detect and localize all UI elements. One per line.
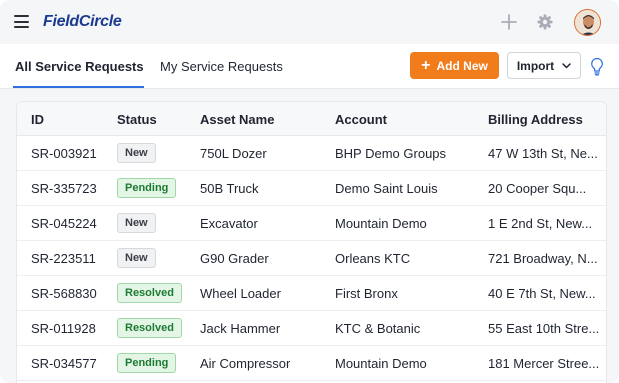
- toolbar: All Service Requests My Service Requests…: [0, 44, 619, 89]
- table-row[interactable]: SR-011928 Resolved Jack Hammer KTC & Bot…: [17, 311, 606, 346]
- status-badge: New: [117, 143, 156, 163]
- status-badge: New: [117, 248, 156, 268]
- column-header-status[interactable]: Status: [117, 112, 157, 127]
- cell-asset-name: 50B Truck: [200, 181, 259, 196]
- status-badge: Resolved: [117, 318, 182, 338]
- content-area: ID Status Asset Name Account Billing Add…: [0, 89, 619, 383]
- cell-account: KTC & Botanic: [335, 321, 421, 336]
- tab-my-service-requests[interactable]: My Service Requests: [160, 59, 283, 74]
- import-label: Import: [516, 58, 555, 73]
- cell-asset-name: Air Compressor: [200, 356, 291, 371]
- cell-status: Resolved: [117, 318, 182, 338]
- import-dropdown-button[interactable]: Import: [507, 52, 581, 79]
- column-header-billing-address[interactable]: Billing Address: [488, 112, 583, 127]
- active-tab-indicator: [13, 86, 144, 88]
- add-new-label: Add New: [436, 58, 488, 73]
- cell-id: SR-011928: [31, 321, 96, 336]
- chevron-down-icon: [562, 62, 571, 68]
- cell-status: New: [117, 213, 156, 233]
- cell-id: SR-045224: [31, 216, 97, 231]
- cell-account: Mountain Demo: [335, 216, 427, 231]
- cell-billing-address: 181 Mercer Stree...: [488, 356, 600, 371]
- cell-billing-address: 47 W 13th St, Ne...: [488, 146, 598, 161]
- app-logo[interactable]: FieldCircle: [43, 13, 122, 31]
- cell-account: Orleans KTC: [335, 251, 411, 266]
- cell-account: Demo Saint Louis: [335, 181, 438, 196]
- table-row[interactable]: SR-003921 New 750L Dozer BHP Demo Groups…: [17, 136, 606, 171]
- service-requests-table: ID Status Asset Name Account Billing Add…: [16, 101, 607, 383]
- table-row[interactable]: SR-568830 Resolved Wheel Loader First Br…: [17, 276, 606, 311]
- cell-billing-address: 40 E 7th St, New...: [488, 286, 596, 301]
- cell-status: Pending: [117, 178, 177, 198]
- cell-account: First Bronx: [335, 286, 398, 301]
- column-header-account[interactable]: Account: [335, 112, 387, 127]
- cell-status: Resolved: [117, 283, 182, 303]
- cell-account: Mountain Demo: [335, 356, 427, 371]
- column-header-id[interactable]: ID: [31, 112, 44, 127]
- table-row[interactable]: SR-034577 Pending Air Compressor Mountai…: [17, 346, 606, 381]
- column-header-asset-name[interactable]: Asset Name: [200, 112, 274, 127]
- cell-billing-address: 55 East 10th Stre...: [488, 321, 600, 336]
- cell-account: BHP Demo Groups: [335, 146, 447, 161]
- cell-id: SR-223511: [31, 251, 96, 266]
- cell-id: SR-034577: [31, 356, 97, 371]
- status-badge: Resolved: [117, 283, 182, 303]
- table-header: ID Status Asset Name Account Billing Add…: [17, 102, 606, 136]
- table-row[interactable]: SR-223511 New G90 Grader Orleans KTC 721…: [17, 241, 606, 276]
- cell-asset-name: Wheel Loader: [200, 286, 281, 301]
- cell-billing-address: 721 Broadway, N...: [488, 251, 598, 266]
- top-bar: FieldCircle: [0, 0, 619, 44]
- cell-asset-name: Jack Hammer: [200, 321, 281, 336]
- cell-status: New: [117, 248, 156, 268]
- add-new-button[interactable]: + Add New: [410, 52, 499, 79]
- hamburger-icon[interactable]: [14, 15, 29, 28]
- cell-billing-address: 1 E 2nd St, New...: [488, 216, 593, 231]
- lightbulb-icon[interactable]: [588, 56, 606, 76]
- cell-status: Pending: [117, 353, 177, 373]
- table-row[interactable]: SR-045224 New Excavator Mountain Demo 1 …: [17, 206, 606, 241]
- status-badge: Pending: [117, 178, 177, 198]
- cell-id: SR-568830: [31, 286, 97, 301]
- tab-all-service-requests[interactable]: All Service Requests: [15, 59, 144, 74]
- cell-id: SR-335723: [31, 181, 97, 196]
- status-badge: New: [117, 213, 156, 233]
- cell-asset-name: 750L Dozer: [200, 146, 267, 161]
- app-window: FieldCircle All Service Requests My Serv…: [0, 0, 619, 383]
- cell-asset-name: G90 Grader: [200, 251, 269, 266]
- cell-status: New: [117, 143, 156, 163]
- status-badge: Pending: [117, 353, 177, 373]
- avatar[interactable]: [574, 9, 601, 36]
- cell-asset-name: Excavator: [200, 216, 258, 231]
- plus-icon[interactable]: [499, 12, 519, 32]
- cell-id: SR-003921: [31, 146, 97, 161]
- gear-icon[interactable]: [535, 12, 555, 32]
- plus-icon: +: [421, 56, 431, 74]
- cell-billing-address: 20 Cooper Squ...: [488, 181, 587, 196]
- table-row[interactable]: SR-335723 Pending 50B Truck Demo Saint L…: [17, 171, 606, 206]
